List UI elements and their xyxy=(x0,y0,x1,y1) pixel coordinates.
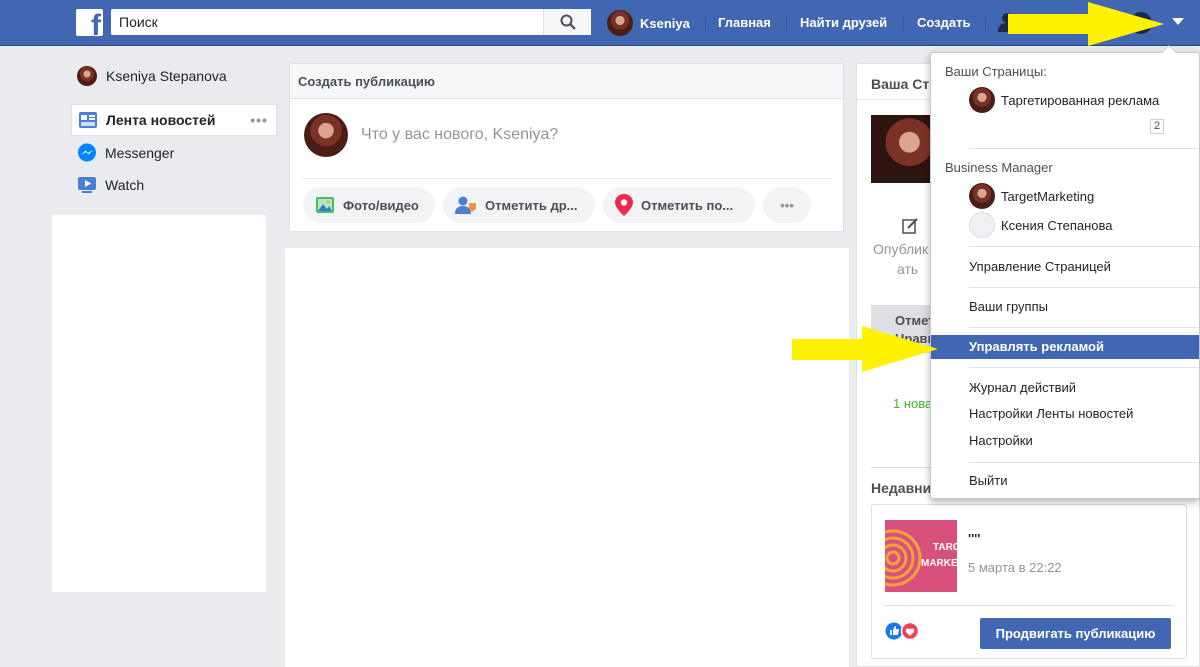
sidebar-item-label: Messenger xyxy=(105,145,175,161)
menu-item-settings[interactable]: Настройки xyxy=(931,429,1199,453)
avatar xyxy=(969,183,995,209)
divider xyxy=(969,148,1199,149)
divider xyxy=(969,287,1199,288)
composer-more-button[interactable]: ••• xyxy=(763,187,811,223)
menu-item-manage-ads[interactable]: Управлять рекламой xyxy=(931,335,1199,359)
page-notification-badge: 2 xyxy=(1150,119,1164,134)
search-input[interactable] xyxy=(111,9,543,35)
thumbnail-rings-icon xyxy=(885,529,922,587)
page-name: Таргетированная реклама xyxy=(1001,92,1160,108)
news-feed-icon xyxy=(79,112,97,128)
composer-prompt[interactable]: Что у вас нового, Kseniya? xyxy=(361,126,558,144)
account-menu-caret-icon[interactable] xyxy=(1172,18,1184,25)
nav-find-friends-link[interactable]: Найти друзей xyxy=(800,10,887,36)
menu-item-your-groups[interactable]: Ваши группы xyxy=(931,295,1199,319)
photo-icon xyxy=(316,197,334,213)
check-in-button[interactable]: Отметить по... xyxy=(603,187,755,223)
nav-profile-link[interactable]: Kseniya xyxy=(607,10,690,36)
page-cover-image[interactable] xyxy=(871,115,935,183)
new-activity-label[interactable]: 1 нова xyxy=(893,396,932,411)
nav-home-link[interactable]: Главная xyxy=(718,10,771,36)
thumb-text: TARG xyxy=(933,542,957,553)
left-profile-link[interactable]: Kseniya Stepanova xyxy=(77,66,227,86)
location-pin-icon xyxy=(615,194,633,216)
post-thumbnail[interactable]: TARG MARKE xyxy=(885,520,957,592)
check-in-label: Отметить по... xyxy=(641,197,734,213)
left-profile-name: Kseniya Stepanova xyxy=(106,68,227,84)
edit-icon xyxy=(902,218,918,234)
business-manager-header: Business Manager xyxy=(945,160,1053,175)
sidebar-item-news-feed[interactable]: Лента новостей ••• xyxy=(71,104,277,136)
nav-divider xyxy=(705,15,706,31)
publish-label[interactable]: Опублик xyxy=(873,241,928,257)
divider xyxy=(969,462,1199,463)
photo-video-button[interactable]: Фото/видео xyxy=(303,187,435,223)
feed-blank-panel xyxy=(285,248,849,667)
search-button[interactable] xyxy=(543,9,591,35)
menu-item-activity-log[interactable]: Журнал действий xyxy=(931,376,1199,400)
menu-item-logout[interactable]: Выйти xyxy=(931,469,1199,493)
thumb-text: MARKE xyxy=(921,558,957,569)
nav-divider xyxy=(786,15,787,31)
pages-card-title: Ваша Ст xyxy=(871,76,930,92)
facebook-logo-icon[interactable]: f xyxy=(76,9,103,36)
divider xyxy=(884,605,1174,606)
avatar xyxy=(969,87,995,113)
photo-video-label: Фото/видео xyxy=(343,197,419,213)
dropdown-page-item[interactable]: Таргетированная реклама xyxy=(969,87,1159,113)
menu-item-manage-page[interactable]: Управление Страницей xyxy=(931,255,1199,279)
composer-title: Создать публикацию xyxy=(290,64,843,99)
recent-posts-title: Недавни xyxy=(871,480,932,496)
watch-icon xyxy=(78,177,96,193)
composer-prompt-row[interactable]: Что у вас нового, Kseniya? xyxy=(304,113,558,157)
bm-item-kseniya[interactable]: Ксения Степанова xyxy=(969,212,1113,238)
tag-friends-label: Отметить др... xyxy=(485,197,578,213)
bm-item-targetmarketing[interactable]: TargetMarketing xyxy=(969,183,1094,209)
tag-friends-button[interactable]: Отметить др... xyxy=(443,187,595,223)
sidebar-item-label: Watch xyxy=(105,177,145,193)
search-icon xyxy=(560,14,576,30)
bm-item-label: Ксения Степанова xyxy=(1001,217,1113,233)
nav-user-name: Kseniya xyxy=(640,15,690,31)
left-blank-panel xyxy=(52,215,266,592)
avatar xyxy=(607,10,633,36)
divider xyxy=(969,246,1199,247)
sidebar-item-label: Лента новостей xyxy=(106,112,216,128)
divider xyxy=(969,327,1199,328)
post-time: 5 марта в 22:22 xyxy=(968,560,1062,575)
divider xyxy=(969,367,1199,368)
search-box xyxy=(111,9,591,35)
menu-item-news-feed-settings[interactable]: Настройки Ленты новостей xyxy=(931,402,1199,426)
post-title[interactable]: '''' xyxy=(968,531,980,546)
reactions-icon[interactable] xyxy=(885,622,919,640)
nav-divider xyxy=(903,15,904,31)
tag-friends-icon xyxy=(455,196,476,214)
promote-post-button[interactable]: Продвигать публикацию xyxy=(980,618,1171,649)
sidebar-item-watch[interactable]: Watch xyxy=(71,169,277,201)
nav-create-link[interactable]: Создать xyxy=(917,10,970,36)
create-post-card: Создать публикацию Что у вас нового, Kse… xyxy=(289,63,844,232)
publish-label-cont: ать xyxy=(897,261,919,277)
more-options-icon[interactable]: ••• xyxy=(250,112,268,128)
bm-item-label: TargetMarketing xyxy=(1001,188,1095,204)
highlight-arrow-menu-icon xyxy=(792,326,938,372)
avatar xyxy=(77,66,97,86)
avatar xyxy=(969,212,995,238)
highlight-arrow-top-icon xyxy=(1008,2,1164,46)
divider xyxy=(302,178,831,179)
messenger-icon xyxy=(78,143,96,162)
nav-divider xyxy=(985,15,986,31)
sidebar-item-messenger[interactable]: Messenger xyxy=(71,137,277,169)
avatar xyxy=(304,113,348,157)
your-pages-header: Ваши Страницы: xyxy=(945,64,1047,79)
